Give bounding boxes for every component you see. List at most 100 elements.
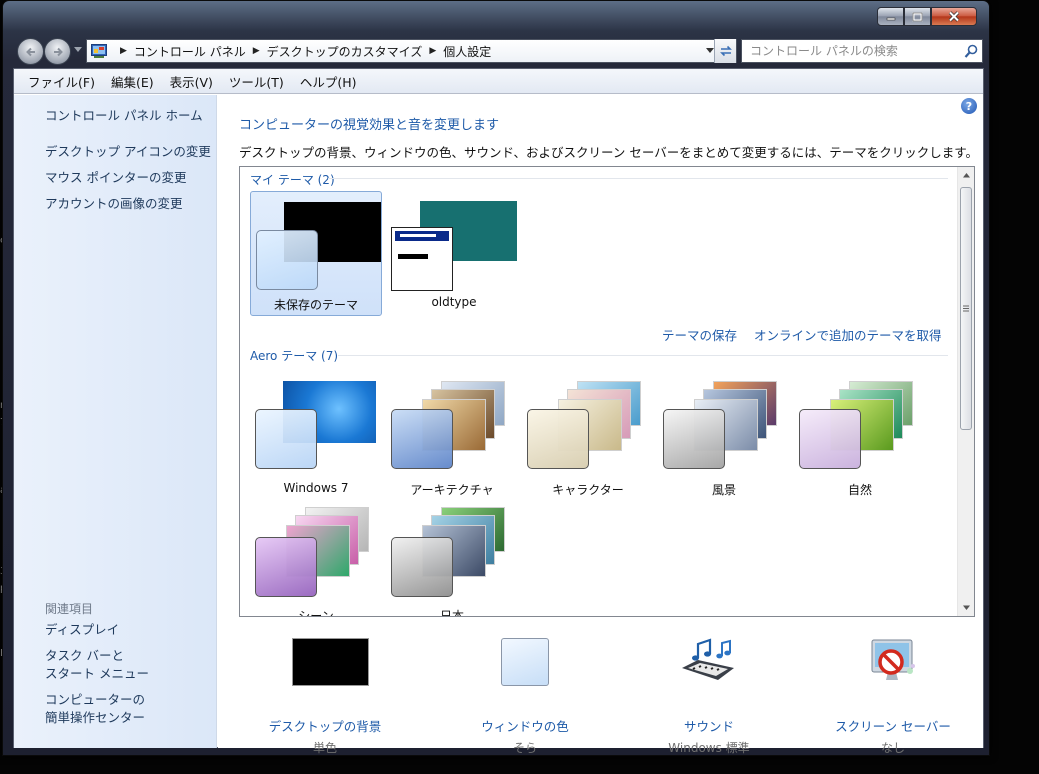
address-dropdown-icon[interactable] bbox=[706, 48, 714, 54]
breadcrumb-desktop-customization[interactable]: デスクトップのカスタマイズ bbox=[267, 43, 423, 60]
page-title: コンピューターの視覚効果と音を変更します bbox=[239, 118, 500, 133]
maximize-icon bbox=[912, 12, 923, 21]
desktop-background-value: 単色 bbox=[312, 741, 337, 755]
theme-unsaved[interactable]: 未保存のテーマ bbox=[250, 191, 382, 316]
minimize-icon bbox=[886, 17, 895, 20]
desktop-background-setting[interactable]: デスクトップの背景 単色 bbox=[240, 638, 410, 755]
theme-name: 日本 bbox=[439, 609, 464, 617]
sidebar-link-mouse-pointers[interactable]: マウス ポインターの変更 bbox=[45, 169, 186, 187]
theme-name: 未保存のテーマ bbox=[273, 298, 358, 312]
screen-saver-setting[interactable]: スクリーン セーバー なし bbox=[808, 638, 978, 755]
window-color-link[interactable]: ウィンドウの色 bbox=[440, 716, 610, 735]
theme-preview-glass bbox=[255, 537, 317, 597]
breadcrumb-personalization[interactable]: 個人設定 bbox=[443, 43, 491, 60]
theme-name: シーン bbox=[298, 609, 334, 617]
theme-characters[interactable]: キャラクター bbox=[522, 381, 654, 506]
theme-name: アーキテクチャ bbox=[410, 483, 494, 497]
theme-preview-glass bbox=[391, 409, 453, 469]
sound-setting[interactable]: サウンド Windows 標準 bbox=[624, 638, 794, 755]
screen-saver-value: なし bbox=[880, 741, 905, 755]
theme-architecture[interactable]: アーキテクチャ bbox=[386, 381, 518, 506]
theme-preview-glass bbox=[256, 230, 318, 290]
theme-name: oldtype bbox=[431, 295, 477, 309]
sound-value: Windows 標準 bbox=[668, 741, 750, 755]
back-button[interactable] bbox=[17, 38, 44, 65]
grip-icon bbox=[963, 305, 969, 312]
related-heading: 関連項目 bbox=[45, 602, 94, 616]
theme-windows-7[interactable]: Windows 7 bbox=[250, 381, 382, 506]
window-color-setting[interactable]: ウィンドウの色 そら bbox=[440, 638, 610, 755]
search-input[interactable] bbox=[750, 44, 964, 58]
minimize-button[interactable] bbox=[877, 7, 904, 26]
screen-saver-icon bbox=[871, 639, 915, 680]
window-client-area: ファイル(F) 編集(E) 表示(V) ツール(T) ヘルプ(H) コントロール… bbox=[13, 68, 984, 755]
screen-saver-link[interactable]: スクリーン セーバー bbox=[808, 716, 978, 735]
theme-list[interactable]: マイ テーマ (2) 未保存のテーマ oldtype テーマの保存 オンラインで… bbox=[239, 166, 975, 617]
desktop-background-icon bbox=[292, 638, 369, 686]
theme-name: 自然 bbox=[847, 483, 872, 497]
theme-oldtype[interactable]: oldtype bbox=[388, 191, 520, 316]
help-button[interactable]: ? bbox=[961, 98, 977, 114]
recent-pages-dropdown-icon[interactable] bbox=[74, 47, 82, 53]
theme-nature[interactable]: 自然 bbox=[794, 381, 926, 506]
page-description: デスクトップの背景、ウィンドウの色、サウンド、およびスクリーン セーバーをまとめ… bbox=[239, 145, 978, 160]
theme-japan[interactable]: 日本 bbox=[386, 507, 518, 617]
breadcrumb-separator-icon[interactable]: ▶ bbox=[253, 46, 260, 56]
aero-themes-heading: Aero テーマ (7) bbox=[250, 349, 339, 363]
main-content: ? コンピューターの視覚効果と音を変更します デスクトップの背景、ウィンドウの色… bbox=[218, 95, 983, 755]
save-theme-link[interactable]: テーマの保存 bbox=[662, 325, 737, 344]
theme-list-scrollbar[interactable] bbox=[957, 167, 974, 616]
sidebar-link-control-panel-home[interactable]: コントロール パネル ホーム bbox=[45, 107, 203, 125]
theme-preview-glass bbox=[527, 409, 589, 469]
refresh-icon bbox=[719, 45, 732, 57]
scroll-up-button[interactable] bbox=[958, 167, 974, 184]
scroll-down-icon bbox=[962, 605, 970, 610]
arrow-right-icon bbox=[53, 47, 63, 56]
sound-link[interactable]: サウンド bbox=[624, 716, 794, 735]
menu-view[interactable]: 表示(V) bbox=[162, 70, 221, 93]
window-color-icon bbox=[501, 638, 549, 686]
sidebar-link-taskbar-line1[interactable]: タスク バーと bbox=[45, 647, 124, 665]
arrow-left-icon bbox=[25, 47, 35, 56]
address-bar[interactable]: ▶ コントロール パネル ▶ デスクトップのカスタマイズ ▶ 個人設定 bbox=[86, 39, 737, 63]
breadcrumb-control-panel[interactable]: コントロール パネル bbox=[134, 43, 246, 60]
theme-preview-classic-window bbox=[391, 227, 453, 291]
section-divider bbox=[328, 178, 948, 179]
theme-name: 風景 bbox=[711, 483, 736, 497]
sidebar-link-display[interactable]: ディスプレイ bbox=[45, 621, 119, 639]
menu-help[interactable]: ヘルプ(H) bbox=[292, 70, 365, 93]
window-color-value: そら bbox=[512, 741, 537, 755]
scroll-up-icon bbox=[962, 173, 970, 178]
menu-file[interactable]: ファイル(F) bbox=[20, 70, 103, 93]
my-themes-heading: マイ テーマ (2) bbox=[250, 173, 335, 187]
section-divider bbox=[338, 355, 948, 356]
sidebar-link-ease-of-access-line1[interactable]: コンピューターの bbox=[45, 691, 145, 709]
sidebar-link-desktop-icons[interactable]: デスクトップ アイコンの変更 bbox=[45, 143, 211, 161]
scroll-thumb[interactable] bbox=[960, 187, 972, 430]
search-icon[interactable] bbox=[964, 44, 978, 59]
theme-scenes[interactable]: シーン bbox=[250, 507, 382, 617]
theme-name: Windows 7 bbox=[283, 481, 349, 495]
breadcrumb-separator-icon[interactable]: ▶ bbox=[120, 46, 127, 56]
sidebar-link-ease-of-access-line2[interactable]: 簡単操作センター bbox=[45, 709, 145, 727]
close-button[interactable] bbox=[931, 7, 977, 26]
scroll-down-button[interactable] bbox=[958, 599, 974, 616]
theme-landscapes[interactable]: 風景 bbox=[658, 381, 790, 506]
caption-buttons bbox=[877, 7, 977, 26]
refresh-button[interactable] bbox=[714, 39, 736, 63]
menu-tools[interactable]: ツール(T) bbox=[221, 70, 292, 93]
sidebar-link-taskbar-line2[interactable]: スタート メニュー bbox=[45, 665, 149, 683]
sidebar-link-account-picture[interactable]: アカウントの画像の変更 bbox=[45, 195, 183, 213]
navigation-bar: ▶ コントロール パネル ▶ デスクトップのカスタマイズ ▶ 個人設定 bbox=[15, 37, 983, 65]
menu-edit[interactable]: 編集(E) bbox=[103, 70, 162, 93]
forward-button[interactable] bbox=[44, 38, 71, 65]
online-themes-link[interactable]: オンラインで追加のテーマを取得 bbox=[754, 325, 942, 344]
breadcrumb-separator-icon[interactable]: ▶ bbox=[429, 46, 436, 56]
desktop-background-link[interactable]: デスクトップの背景 bbox=[240, 716, 410, 735]
search-box bbox=[741, 39, 983, 63]
theme-preview-glass bbox=[391, 537, 453, 597]
theme-preview-glass bbox=[799, 409, 861, 469]
task-pane: コントロール パネル ホーム デスクトップ アイコンの変更 マウス ポインターの… bbox=[14, 95, 217, 748]
theme-preview-glass bbox=[255, 409, 317, 469]
maximize-button[interactable] bbox=[904, 7, 931, 26]
